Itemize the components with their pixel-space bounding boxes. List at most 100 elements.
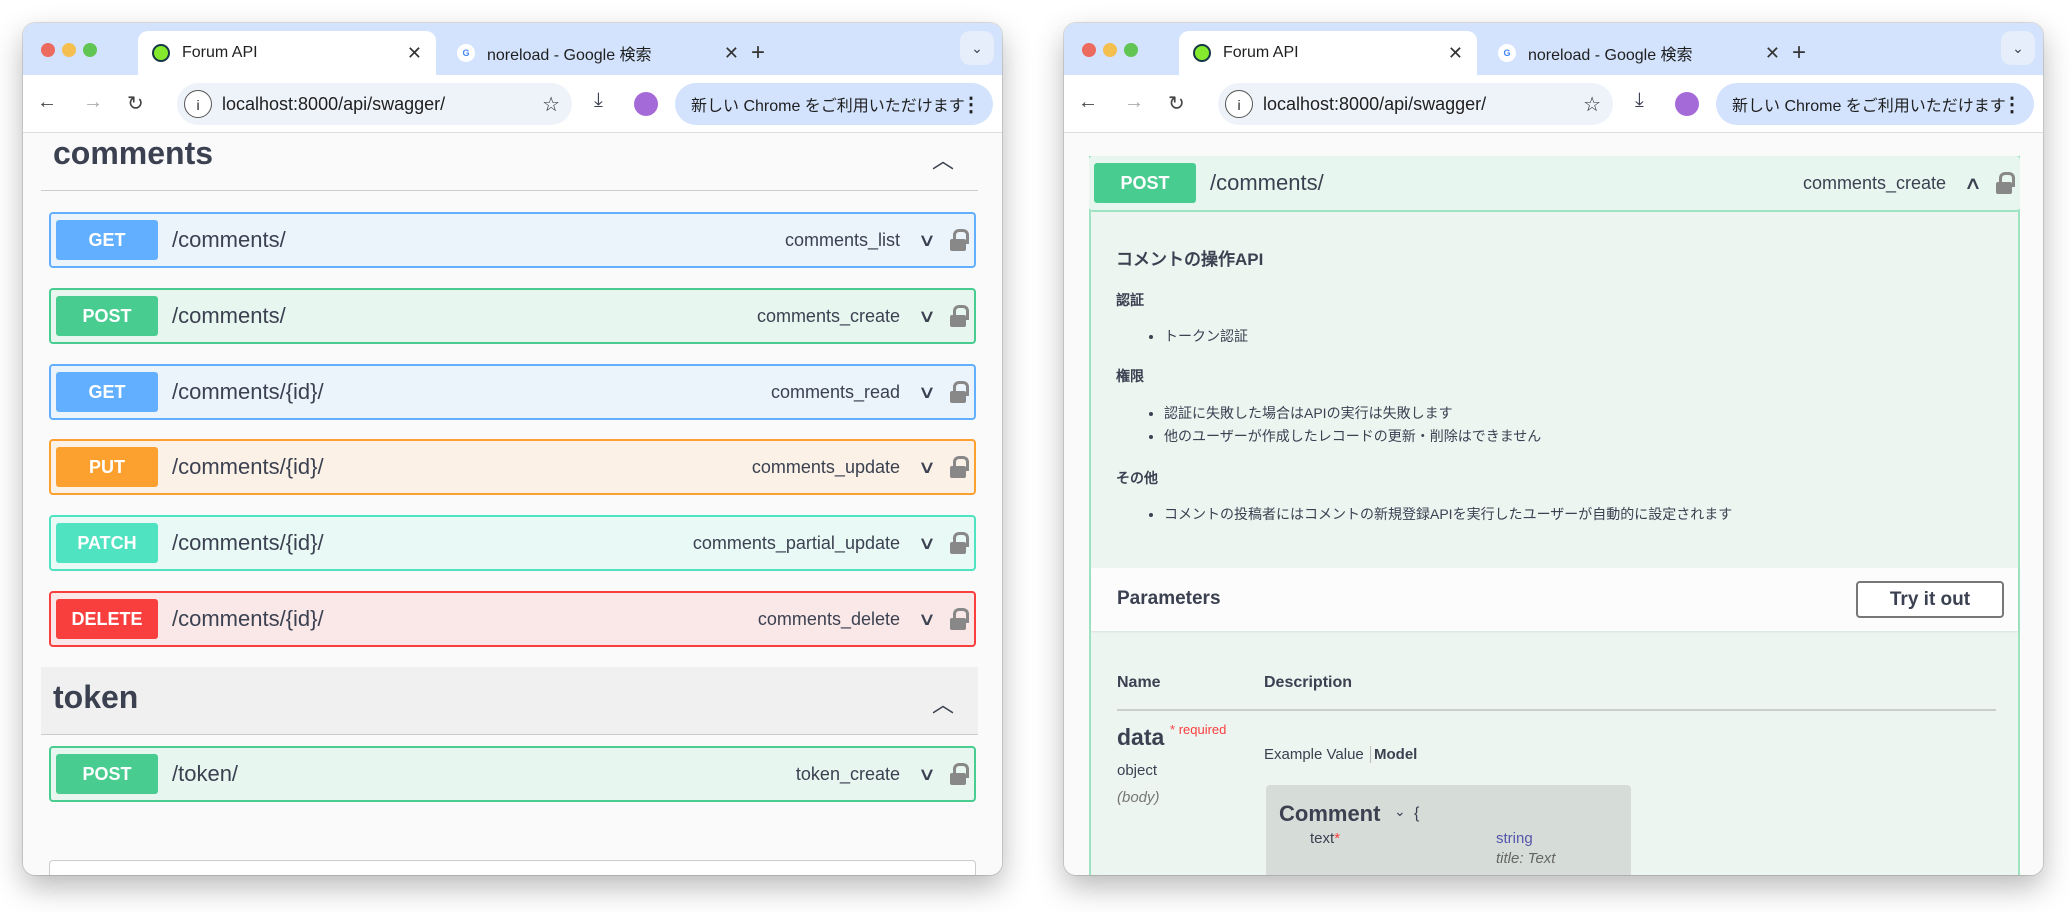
section-header-token[interactable]: token ︿ [41, 667, 978, 735]
operation-row[interactable]: DELETE/comments/{id}/ comments_delete ∨ [49, 591, 976, 647]
op-summary: comments_delete [757, 608, 900, 629]
operation-description: コメントの操作API 認証 トークン認証 権限 認証に失敗した場合はAPIの実行… [1090, 245, 2019, 524]
swagger-icon [1193, 44, 1211, 62]
field-name: text [1310, 830, 1335, 847]
field-type: string [1496, 830, 1533, 847]
url-text[interactable]: localhost:8000/api/swagger/ [222, 94, 445, 115]
address-bar[interactable]: i localhost:8000/api/swagger/ ☆ [1218, 83, 1613, 125]
chevron-up-icon[interactable]: ︿ [932, 143, 954, 175]
chevron-up-icon[interactable]: ︿ [932, 687, 954, 719]
profile-avatar[interactable] [1675, 92, 1699, 116]
chevron-up-icon[interactable]: ∧ [1955, 173, 1991, 194]
tab-search-dropdown-icon[interactable]: ⌄ [960, 31, 994, 65]
method-badge: POST [56, 296, 158, 336]
op-summary: comments_create [1802, 172, 1946, 193]
try-it-out-button[interactable]: Try it out [1856, 581, 2004, 618]
forward-icon[interactable]: → [83, 91, 103, 114]
param-type: object [1117, 762, 1158, 779]
reload-icon[interactable]: ↻ [1168, 91, 1185, 116]
operation-row[interactable]: POST/token/token_create ∨ [49, 746, 976, 802]
maximize-window-button[interactable] [83, 43, 97, 57]
browser-window-left: Forum API ✕ G noreload - Google 検索 ✕ + ⌄… [23, 23, 1002, 875]
chevron-down-icon[interactable]: ∨ [909, 457, 945, 478]
operation-row[interactable]: PUT/comments/{id}/ comments_update ∨ [49, 439, 976, 495]
download-icon[interactable]: ⤓ [1635, 89, 1644, 112]
close-window-button[interactable] [1082, 43, 1096, 57]
close-window-button[interactable] [41, 43, 55, 57]
lock-icon[interactable] [950, 456, 969, 478]
close-tab-icon[interactable]: ✕ [407, 43, 422, 64]
chevron-down-icon[interactable]: ∨ [909, 764, 945, 785]
close-tab-icon[interactable]: ✕ [1448, 43, 1463, 64]
required-indicator: * required [1170, 722, 1226, 737]
tab-google-search[interactable]: G noreload - Google 検索 ✕ [1484, 31, 1794, 75]
profile-avatar[interactable] [634, 92, 658, 116]
browser-toolbar: ← → ↻ i localhost:8000/api/swagger/ ☆ ⤓ 新し… [23, 75, 1002, 133]
tab-title: Forum API [1223, 44, 1299, 61]
back-icon[interactable]: ← [37, 91, 57, 114]
chevron-down-icon[interactable]: ∨ [909, 306, 945, 327]
forward-icon[interactable]: → [1124, 91, 1144, 114]
tab-forum-api[interactable]: Forum API ✕ [138, 31, 436, 75]
model-tab[interactable]: Model [1374, 746, 1417, 763]
reload-icon[interactable]: ↻ [127, 91, 144, 116]
close-tab-icon[interactable]: ✕ [724, 43, 739, 64]
chrome-update-button[interactable]: 新しい Chrome をご利用いただけます ⋮ [675, 83, 993, 125]
minimize-window-button[interactable] [1103, 43, 1117, 57]
chevron-down-icon[interactable]: ∨ [909, 533, 945, 554]
operation-row[interactable]: GET/comments/{id}/ comments_read ∨ [49, 364, 976, 420]
lock-icon[interactable] [950, 229, 969, 251]
menu-kebab-icon[interactable]: ⋮ [961, 92, 981, 117]
update-label: 新しい Chrome をご利用いただけます [691, 98, 965, 115]
site-info-icon[interactable]: i [1225, 90, 1253, 118]
section-header-comments[interactable]: comments ︿ [41, 133, 978, 191]
lock-icon[interactable] [1996, 172, 2015, 194]
back-icon[interactable]: ← [1078, 91, 1098, 114]
operation-row[interactable]: GET/comments/comments_list ∨ [49, 212, 976, 268]
lock-icon[interactable] [950, 532, 969, 554]
lock-icon[interactable] [950, 763, 969, 785]
close-tab-icon[interactable]: ✕ [1765, 43, 1780, 64]
new-tab-button[interactable]: + [751, 39, 765, 67]
bookmark-star-icon[interactable]: ☆ [1583, 92, 1601, 117]
col-name-header: Name [1117, 674, 1161, 691]
download-icon[interactable]: ⤓ [594, 89, 603, 112]
op-summary: comments_list [784, 229, 900, 250]
method-badge: POST [1094, 163, 1196, 203]
auth-heading: 認証 [1116, 292, 1144, 308]
operation-header[interactable]: POST/comments/comments_create ∧ [1089, 156, 2020, 212]
tab-forum-api[interactable]: Forum API ✕ [1179, 31, 1477, 75]
op-summary: comments_create [756, 305, 900, 326]
bookmark-star-icon[interactable]: ☆ [542, 92, 560, 117]
op-path: /comments/{id}/ [172, 454, 324, 479]
tab-title: Forum API [182, 44, 258, 61]
operation-row[interactable]: POST/comments/comments_create ∨ [49, 288, 976, 344]
menu-kebab-icon[interactable]: ⋮ [2002, 92, 2022, 117]
lock-icon[interactable] [950, 305, 969, 327]
tab-search-dropdown-icon[interactable]: ⌄ [2001, 31, 2035, 65]
chevron-down-icon[interactable]: ∨ [909, 382, 945, 403]
op-summary: comments_read [770, 381, 900, 402]
site-info-icon[interactable]: i [184, 90, 212, 118]
new-tab-button[interactable]: + [1792, 39, 1806, 67]
example-value-tab[interactable]: Example Value [1264, 746, 1371, 763]
maximize-window-button[interactable] [1124, 43, 1138, 57]
chevron-down-icon[interactable]: ∨ [909, 230, 945, 251]
address-bar[interactable]: i localhost:8000/api/swagger/ ☆ [177, 83, 572, 125]
models-section [49, 860, 976, 875]
operation-row[interactable]: PATCH/comments/{id}/ comments_partial_upd… [49, 515, 976, 571]
lock-icon[interactable] [950, 608, 969, 630]
url-text[interactable]: localhost:8000/api/swagger/ [1263, 94, 1486, 115]
params-divider [1117, 709, 1996, 711]
chevron-down-icon[interactable]: ⌄ [1394, 803, 1406, 820]
swagger-page: comments ︿ GET/comments/comments_list ∨ PO… [23, 133, 1002, 875]
tab-google-search[interactable]: G noreload - Google 検索 ✕ [443, 31, 753, 75]
section-title: comments [53, 135, 214, 171]
list-item: トークン認証 [1164, 326, 2019, 346]
model-field: text* [1310, 830, 1340, 847]
chrome-update-button[interactable]: 新しい Chrome をご利用いただけます ⋮ [1716, 83, 2034, 125]
model-name[interactable]: Comment [1279, 801, 1380, 827]
lock-icon[interactable] [950, 381, 969, 403]
chevron-down-icon[interactable]: ∨ [909, 609, 945, 630]
minimize-window-button[interactable] [62, 43, 76, 57]
